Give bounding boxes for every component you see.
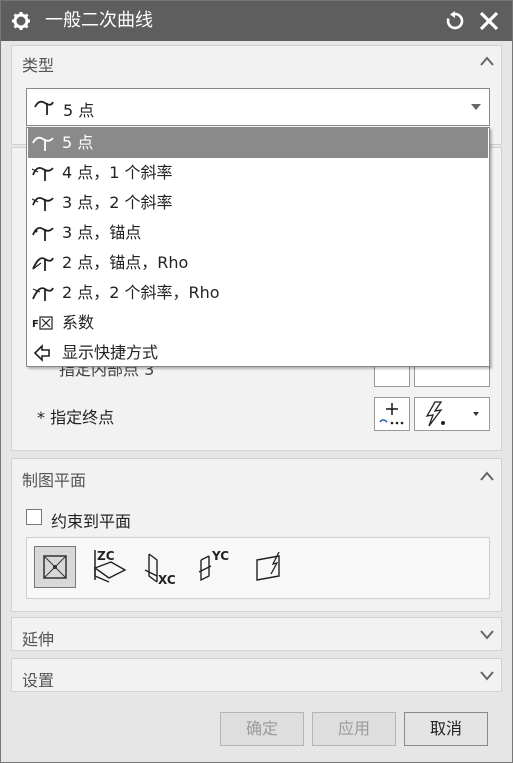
extend-section <box>11 617 502 651</box>
constrain-to-plane-label: 约束到平面 <box>51 512 132 531</box>
type-option-label: 系数 <box>62 313 95 332</box>
ok-button[interactable]: 确定 <box>220 712 304 746</box>
type-select[interactable]: 5 点 <box>26 88 490 126</box>
type-section-header[interactable]: 类型 <box>22 52 54 76</box>
curve-2pt-anchor-rho-icon <box>32 257 54 271</box>
custom-plane-icon <box>256 551 280 581</box>
chevron-down-icon[interactable] <box>473 412 479 416</box>
type-option-4pt-1slope[interactable]: 4 点，1 个斜率 <box>28 158 488 188</box>
extend-header[interactable]: 延伸 <box>22 626 54 650</box>
gear-icon[interactable] <box>11 11 31 31</box>
inferred-point-icon <box>425 401 445 427</box>
auto-plane-button[interactable] <box>34 546 76 588</box>
xc-plane-button[interactable]: XC <box>141 546 183 588</box>
dropdown-arrow-icon[interactable] <box>471 104 481 110</box>
settings-header[interactable]: 设置 <box>22 667 54 691</box>
window-title: 一般二次曲线 <box>45 10 153 31</box>
show-shortcuts-icon <box>33 344 50 362</box>
title-bar: 一般二次曲线 <box>1 1 512 41</box>
chevron-down-icon[interactable] <box>479 628 495 640</box>
type-option-5pt[interactable]: 5 点 <box>28 128 488 158</box>
curve-2pt-slope-rho-icon <box>32 287 54 301</box>
close-icon[interactable] <box>477 9 501 33</box>
end-point-label: * 指定终点 <box>37 408 115 427</box>
type-option-label: 3 点，锚点 <box>62 223 142 242</box>
curve-5pt-icon <box>34 100 54 115</box>
zc-plane-button[interactable]: ZC <box>87 546 129 588</box>
type-dropdown-list: 5 点 4 点，1 个斜率 3 点，2 个斜率 3 点，锚点 2 点，锚点，Rh… <box>26 127 490 367</box>
type-option-label: 2 点，锚点，Rho <box>62 253 189 272</box>
xc-plane-icon: XC <box>144 553 176 587</box>
type-option-3pt-anchor[interactable]: 3 点，锚点 <box>28 218 488 248</box>
curve-3pt-anchor-icon <box>32 226 54 241</box>
drawing-plane-header[interactable]: 制图平面 <box>22 467 86 491</box>
type-option-label: 显示快捷方式 <box>62 343 159 362</box>
end-point-button[interactable] <box>374 397 410 431</box>
type-option-3pt-2slope[interactable]: 3 点，2 个斜率 <box>28 188 488 218</box>
type-option-show-shortcuts[interactable]: 显示快捷方式 <box>28 338 488 368</box>
apply-button[interactable]: 应用 <box>312 712 396 746</box>
chevron-down-icon[interactable] <box>479 669 495 681</box>
curve-3pt-slope-icon <box>31 196 54 211</box>
svg-text:F: F <box>32 319 39 330</box>
auto-plane-icon <box>43 555 67 579</box>
chevron-up-icon[interactable] <box>479 55 495 67</box>
type-option-2pt-anchor-rho[interactable]: 2 点，锚点，Rho <box>28 248 488 278</box>
custom-plane-button[interactable] <box>249 546 291 588</box>
point-constructor-icon <box>379 403 404 425</box>
type-option-label: 3 点，2 个斜率 <box>62 193 173 212</box>
plane-toolbar: ZC XC YC <box>26 537 490 599</box>
type-option-label: 5 点 <box>62 133 94 152</box>
curve-4pt-slope-icon <box>31 166 54 181</box>
general-conic-dialog: 一般二次曲线 类型 5 点 指定内部点 3 * 指定终点 制图平面 约束到平面 … <box>0 0 513 763</box>
svg-text:ZC: ZC <box>97 549 115 563</box>
yc-plane-button[interactable]: YC <box>195 546 237 588</box>
reset-icon[interactable] <box>445 11 465 31</box>
svg-text:YC: YC <box>211 549 229 563</box>
zc-plane-icon: ZC <box>93 549 127 583</box>
type-option-label: 4 点，1 个斜率 <box>62 163 173 182</box>
type-option-coefficient[interactable]: F 系数 <box>28 308 488 338</box>
svg-text:XC: XC <box>158 573 176 587</box>
type-option-2pt-2slope-rho[interactable]: 2 点，2 个斜率，Rho <box>28 278 488 308</box>
chevron-up-icon[interactable] <box>479 470 495 482</box>
curve-5pt-icon <box>32 136 54 151</box>
constrain-to-plane-checkbox[interactable] <box>26 509 42 525</box>
type-select-value: 5 点 <box>63 101 95 120</box>
settings-section <box>11 658 502 692</box>
coefficient-icon: F <box>32 316 53 330</box>
cancel-button[interactable]: 取消 <box>404 712 488 746</box>
end-point-selector[interactable] <box>414 397 490 431</box>
yc-plane-icon: YC <box>198 549 229 582</box>
type-option-label: 2 点，2 个斜率，Rho <box>62 283 220 302</box>
